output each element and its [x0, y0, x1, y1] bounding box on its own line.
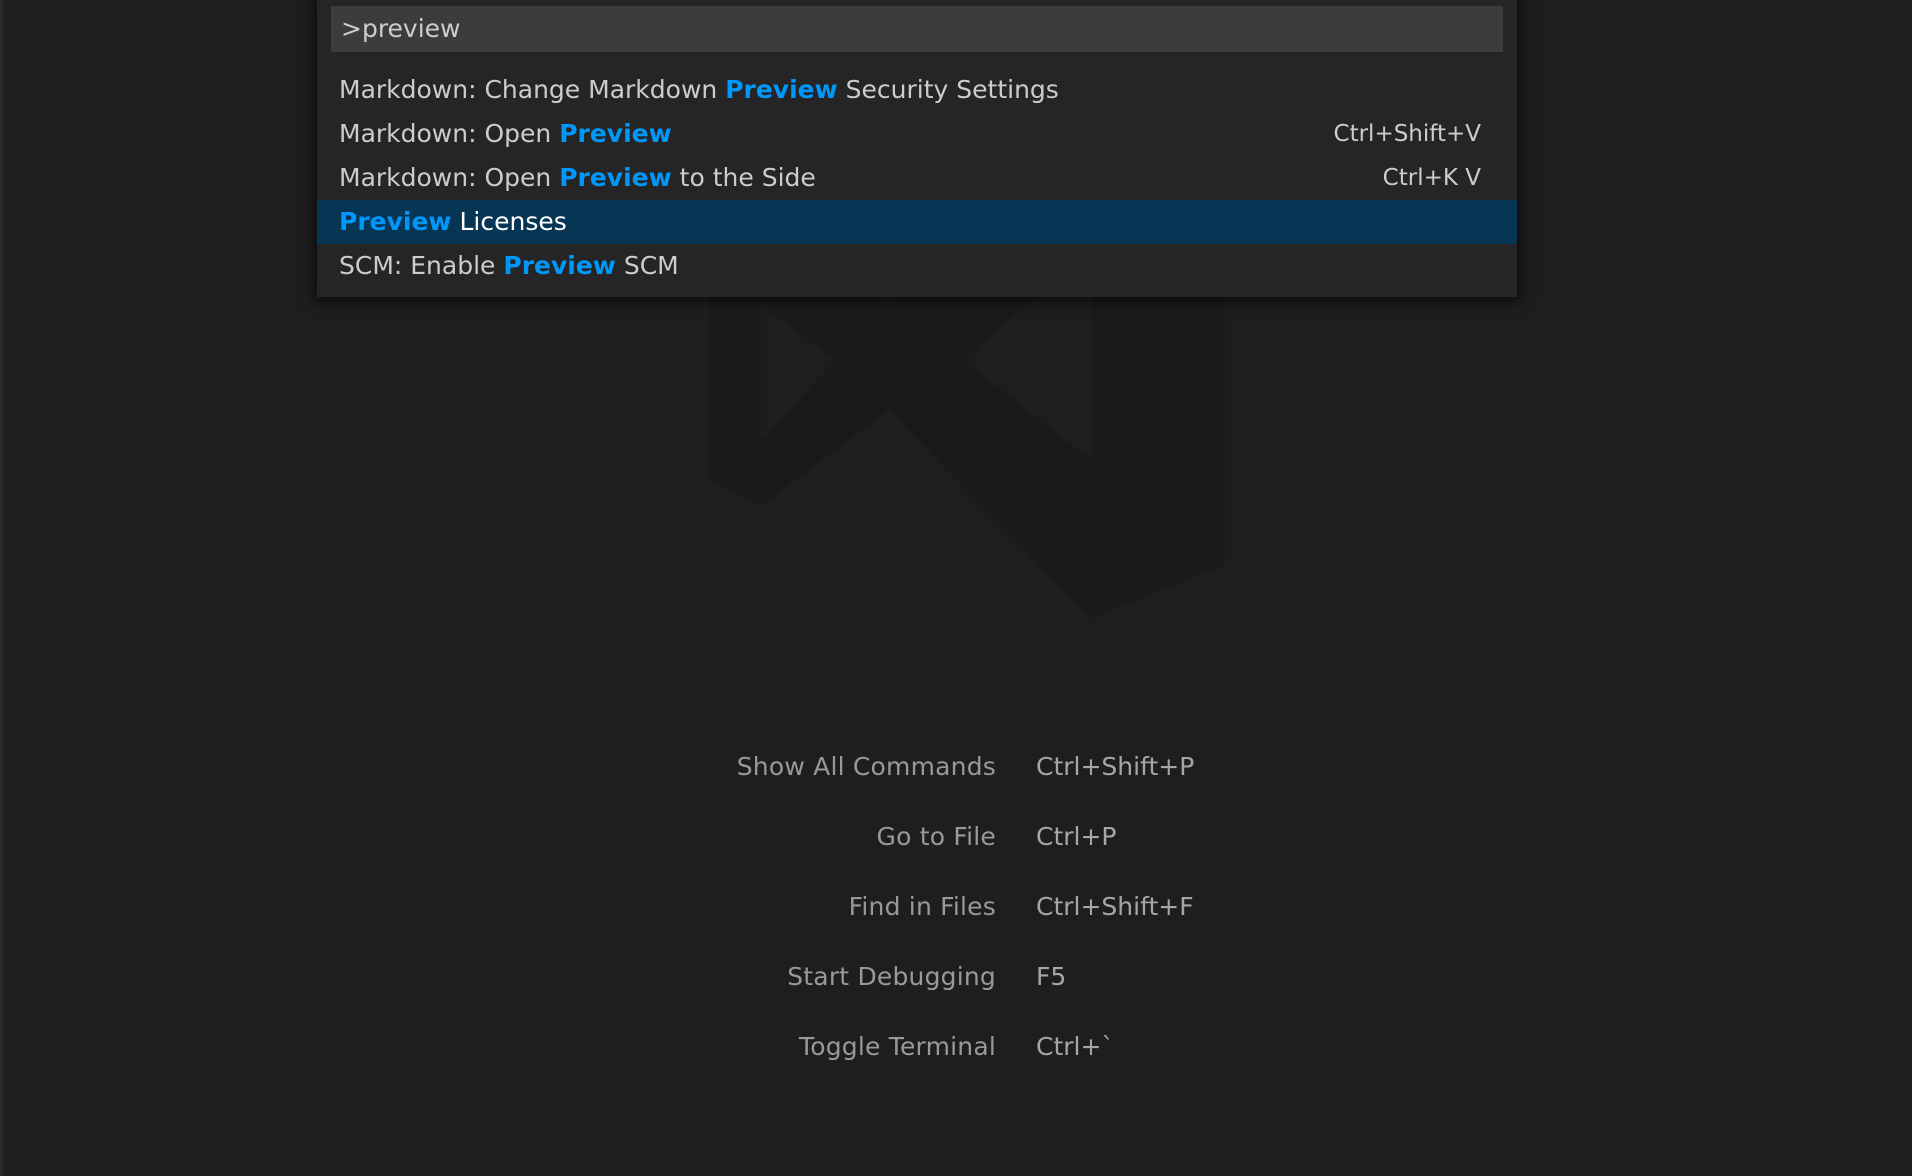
command-item[interactable]: SCM: Enable Preview SCM [317, 244, 1517, 288]
command-item-label-prefix: Markdown: Open [339, 163, 560, 192]
command-item-label-suffix: Licenses [451, 207, 567, 236]
command-item-match: Preview [503, 251, 616, 280]
command-item-match: Preview [559, 163, 672, 192]
command-item-label-suffix: SCM [615, 251, 679, 280]
command-item-keybinding: Ctrl+K V [1382, 165, 1481, 191]
shortcut-key: Ctrl+Shift+F [1036, 892, 1194, 921]
shortcut-row: Toggle Terminal Ctrl+` [603, 1032, 1303, 1102]
command-item-label-prefix: SCM: Enable [339, 251, 504, 280]
shortcut-row: Start Debugging F5 [603, 962, 1303, 1032]
shortcut-label: Go to File [876, 822, 996, 851]
vscode-logo-watermark-icon [709, 250, 1225, 618]
shortcut-key: Ctrl+Shift+P [1036, 752, 1195, 781]
shortcut-row: Go to File Ctrl+P [603, 822, 1303, 892]
shortcut-label: Toggle Terminal [799, 1032, 996, 1061]
command-item-label-prefix: Markdown: Change Markdown [339, 75, 726, 104]
command-palette-list: Markdown: Change Markdown Preview Securi… [317, 68, 1517, 288]
command-item-label-suffix: Security Settings [837, 75, 1059, 104]
command-item-match: Preview [559, 119, 672, 148]
command-item-label-prefix: Markdown: Open [339, 119, 560, 148]
shortcut-key: Ctrl+` [1036, 1032, 1114, 1061]
command-item[interactable]: Markdown: Open Preview to the Side Ctrl+… [317, 156, 1517, 200]
shortcut-key: Ctrl+P [1036, 822, 1117, 851]
shortcut-row: Find in Files Ctrl+Shift+F [603, 892, 1303, 962]
command-item-selected[interactable]: Preview Licenses [317, 200, 1517, 244]
command-item-match: Preview [725, 75, 838, 104]
command-palette: >preview Markdown: Change Markdown Previ… [317, 0, 1517, 297]
command-item[interactable]: Markdown: Open Preview Ctrl+Shift+V [317, 112, 1517, 156]
shortcut-label: Show All Commands [736, 752, 996, 781]
command-item-keybinding: Ctrl+Shift+V [1333, 121, 1481, 147]
command-item[interactable]: Markdown: Change Markdown Preview Securi… [317, 68, 1517, 112]
watermark-shortcuts: Show All Commands Ctrl+Shift+P Go to Fil… [603, 752, 1303, 1102]
shortcut-key: F5 [1036, 962, 1067, 991]
shortcut-label: Start Debugging [787, 962, 996, 991]
command-palette-input[interactable]: >preview [331, 6, 1503, 52]
command-item-match: Preview [339, 207, 452, 236]
shortcut-label: Find in Files [848, 892, 996, 921]
editor-area: Show All Commands Ctrl+Shift+P Go to Fil… [0, 0, 1912, 1176]
shortcut-row: Show All Commands Ctrl+Shift+P [603, 752, 1303, 822]
command-item-label-suffix: to the Side [671, 163, 816, 192]
